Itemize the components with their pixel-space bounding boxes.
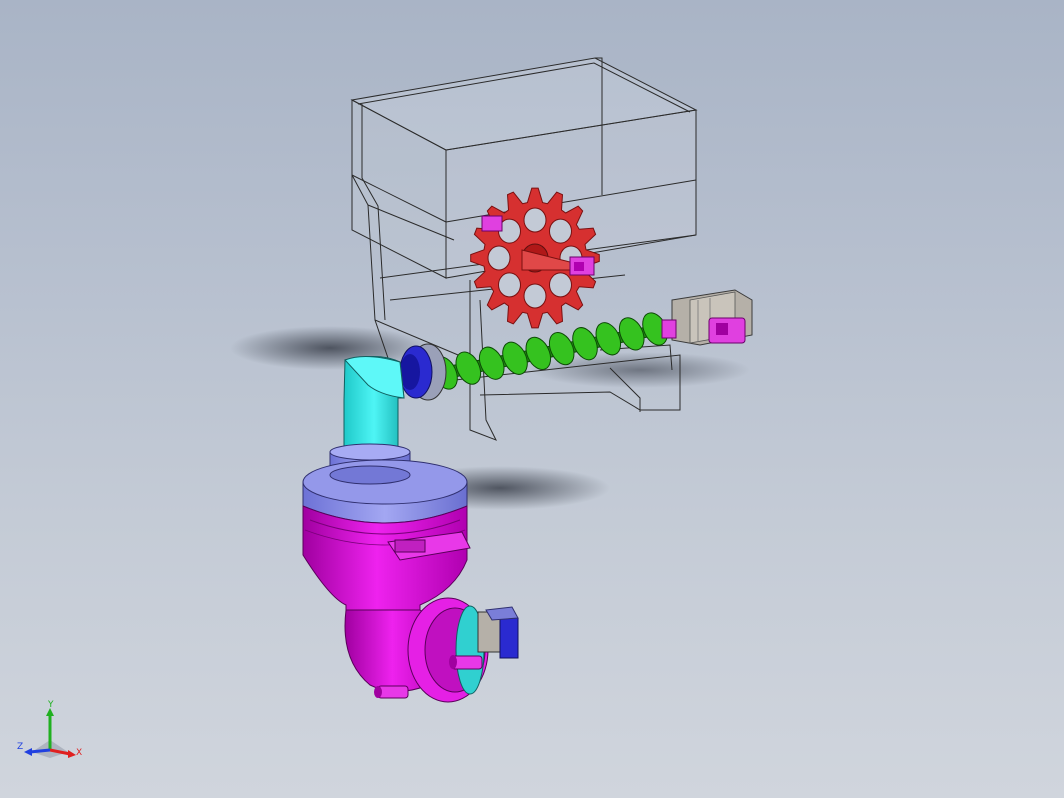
y-axis-label: Y [47,700,54,710]
elbow-pipe[interactable] [343,356,405,458]
inlet-flange[interactable] [399,343,447,401]
assembly-model[interactable] [0,0,1064,798]
z-axis-label: Z [17,742,23,752]
x-axis-label: X [76,748,82,758]
cad-viewport[interactable]: Y X Z [0,0,1064,798]
housing-top-plate[interactable] [302,459,468,524]
z-axis-arrow [29,748,51,754]
drive-motor[interactable] [661,289,753,346]
axis-triad: Y X Z [17,700,82,758]
separator-housing[interactable] [302,505,519,703]
